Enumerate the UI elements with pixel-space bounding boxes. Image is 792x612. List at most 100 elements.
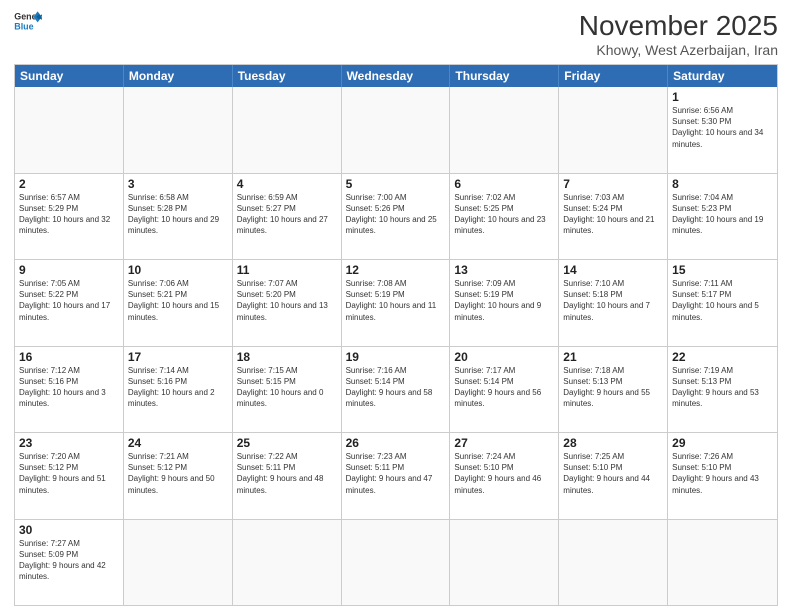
day-number: 24 — [128, 436, 228, 450]
day-info: Sunrise: 7:23 AM Sunset: 5:11 PM Dayligh… — [346, 451, 446, 496]
day-info: Sunrise: 7:06 AM Sunset: 5:21 PM Dayligh… — [128, 278, 228, 323]
title-block: November 2025 Khowy, West Azerbaijan, Ir… — [579, 10, 778, 58]
day-number: 29 — [672, 436, 773, 450]
calendar-cell: 3Sunrise: 6:58 AM Sunset: 5:28 PM Daylig… — [124, 174, 233, 260]
calendar-cell: 10Sunrise: 7:06 AM Sunset: 5:21 PM Dayli… — [124, 260, 233, 346]
day-number: 17 — [128, 350, 228, 364]
day-info: Sunrise: 7:20 AM Sunset: 5:12 PM Dayligh… — [19, 451, 119, 496]
generalblue-logo-icon: General Blue — [14, 10, 42, 32]
day-number: 25 — [237, 436, 337, 450]
day-info: Sunrise: 6:57 AM Sunset: 5:29 PM Dayligh… — [19, 192, 119, 237]
calendar-row-1: 2Sunrise: 6:57 AM Sunset: 5:29 PM Daylig… — [15, 173, 777, 260]
day-number: 9 — [19, 263, 119, 277]
day-number: 12 — [346, 263, 446, 277]
day-info: Sunrise: 7:25 AM Sunset: 5:10 PM Dayligh… — [563, 451, 663, 496]
weekday-header-monday: Monday — [124, 65, 233, 87]
day-info: Sunrise: 7:00 AM Sunset: 5:26 PM Dayligh… — [346, 192, 446, 237]
calendar-cell: 30Sunrise: 7:27 AM Sunset: 5:09 PM Dayli… — [15, 520, 124, 606]
day-number: 3 — [128, 177, 228, 191]
weekday-header-sunday: Sunday — [15, 65, 124, 87]
calendar-cell: 27Sunrise: 7:24 AM Sunset: 5:10 PM Dayli… — [450, 433, 559, 519]
day-info: Sunrise: 7:14 AM Sunset: 5:16 PM Dayligh… — [128, 365, 228, 410]
calendar-cell — [342, 87, 451, 173]
day-info: Sunrise: 7:19 AM Sunset: 5:13 PM Dayligh… — [672, 365, 773, 410]
day-number: 20 — [454, 350, 554, 364]
calendar-cell — [233, 87, 342, 173]
calendar-cell: 17Sunrise: 7:14 AM Sunset: 5:16 PM Dayli… — [124, 347, 233, 433]
day-number: 5 — [346, 177, 446, 191]
weekday-header-thursday: Thursday — [450, 65, 559, 87]
calendar-row-3: 16Sunrise: 7:12 AM Sunset: 5:16 PM Dayli… — [15, 346, 777, 433]
calendar-cell: 20Sunrise: 7:17 AM Sunset: 5:14 PM Dayli… — [450, 347, 559, 433]
day-info: Sunrise: 7:10 AM Sunset: 5:18 PM Dayligh… — [563, 278, 663, 323]
calendar-row-2: 9Sunrise: 7:05 AM Sunset: 5:22 PM Daylig… — [15, 259, 777, 346]
day-info: Sunrise: 7:16 AM Sunset: 5:14 PM Dayligh… — [346, 365, 446, 410]
day-number: 6 — [454, 177, 554, 191]
day-info: Sunrise: 7:22 AM Sunset: 5:11 PM Dayligh… — [237, 451, 337, 496]
weekday-header-tuesday: Tuesday — [233, 65, 342, 87]
calendar-cell: 12Sunrise: 7:08 AM Sunset: 5:19 PM Dayli… — [342, 260, 451, 346]
calendar-cell: 1Sunrise: 6:56 AM Sunset: 5:30 PM Daylig… — [668, 87, 777, 173]
calendar-cell — [233, 520, 342, 606]
day-info: Sunrise: 7:02 AM Sunset: 5:25 PM Dayligh… — [454, 192, 554, 237]
calendar-cell: 23Sunrise: 7:20 AM Sunset: 5:12 PM Dayli… — [15, 433, 124, 519]
day-number: 26 — [346, 436, 446, 450]
day-number: 27 — [454, 436, 554, 450]
calendar-cell — [450, 87, 559, 173]
calendar-cell: 15Sunrise: 7:11 AM Sunset: 5:17 PM Dayli… — [668, 260, 777, 346]
calendar-cell: 16Sunrise: 7:12 AM Sunset: 5:16 PM Dayli… — [15, 347, 124, 433]
calendar-cell: 14Sunrise: 7:10 AM Sunset: 5:18 PM Dayli… — [559, 260, 668, 346]
calendar-cell: 5Sunrise: 7:00 AM Sunset: 5:26 PM Daylig… — [342, 174, 451, 260]
day-number: 11 — [237, 263, 337, 277]
day-number: 8 — [672, 177, 773, 191]
day-number: 13 — [454, 263, 554, 277]
day-number: 21 — [563, 350, 663, 364]
day-number: 7 — [563, 177, 663, 191]
day-number: 18 — [237, 350, 337, 364]
calendar-cell: 22Sunrise: 7:19 AM Sunset: 5:13 PM Dayli… — [668, 347, 777, 433]
day-info: Sunrise: 7:24 AM Sunset: 5:10 PM Dayligh… — [454, 451, 554, 496]
weekday-header-friday: Friday — [559, 65, 668, 87]
day-number: 14 — [563, 263, 663, 277]
calendar-cell: 13Sunrise: 7:09 AM Sunset: 5:19 PM Dayli… — [450, 260, 559, 346]
calendar-cell — [342, 520, 451, 606]
calendar-body: 1Sunrise: 6:56 AM Sunset: 5:30 PM Daylig… — [15, 87, 777, 605]
page: General Blue November 2025 Khowy, West A… — [0, 0, 792, 612]
day-info: Sunrise: 7:11 AM Sunset: 5:17 PM Dayligh… — [672, 278, 773, 323]
day-number: 4 — [237, 177, 337, 191]
calendar-cell: 9Sunrise: 7:05 AM Sunset: 5:22 PM Daylig… — [15, 260, 124, 346]
day-info: Sunrise: 7:18 AM Sunset: 5:13 PM Dayligh… — [563, 365, 663, 410]
calendar-cell — [559, 520, 668, 606]
day-info: Sunrise: 7:26 AM Sunset: 5:10 PM Dayligh… — [672, 451, 773, 496]
calendar-row-0: 1Sunrise: 6:56 AM Sunset: 5:30 PM Daylig… — [15, 87, 777, 173]
calendar-cell — [668, 520, 777, 606]
calendar-cell — [124, 520, 233, 606]
calendar-cell: 7Sunrise: 7:03 AM Sunset: 5:24 PM Daylig… — [559, 174, 668, 260]
calendar-cell: 21Sunrise: 7:18 AM Sunset: 5:13 PM Dayli… — [559, 347, 668, 433]
day-info: Sunrise: 6:58 AM Sunset: 5:28 PM Dayligh… — [128, 192, 228, 237]
calendar-cell: 8Sunrise: 7:04 AM Sunset: 5:23 PM Daylig… — [668, 174, 777, 260]
calendar-cell — [450, 520, 559, 606]
day-number: 15 — [672, 263, 773, 277]
calendar-cell: 18Sunrise: 7:15 AM Sunset: 5:15 PM Dayli… — [233, 347, 342, 433]
header: General Blue November 2025 Khowy, West A… — [14, 10, 778, 58]
calendar-cell — [15, 87, 124, 173]
day-number: 23 — [19, 436, 119, 450]
day-info: Sunrise: 7:08 AM Sunset: 5:19 PM Dayligh… — [346, 278, 446, 323]
weekday-header-saturday: Saturday — [668, 65, 777, 87]
location: Khowy, West Azerbaijan, Iran — [579, 42, 778, 58]
day-info: Sunrise: 7:17 AM Sunset: 5:14 PM Dayligh… — [454, 365, 554, 410]
calendar-cell: 29Sunrise: 7:26 AM Sunset: 5:10 PM Dayli… — [668, 433, 777, 519]
calendar-cell — [124, 87, 233, 173]
calendar-cell: 11Sunrise: 7:07 AM Sunset: 5:20 PM Dayli… — [233, 260, 342, 346]
weekday-header-wednesday: Wednesday — [342, 65, 451, 87]
day-number: 2 — [19, 177, 119, 191]
day-info: Sunrise: 7:21 AM Sunset: 5:12 PM Dayligh… — [128, 451, 228, 496]
day-number: 30 — [19, 523, 119, 537]
calendar-cell — [559, 87, 668, 173]
calendar: SundayMondayTuesdayWednesdayThursdayFrid… — [14, 64, 778, 606]
calendar-cell: 19Sunrise: 7:16 AM Sunset: 5:14 PM Dayli… — [342, 347, 451, 433]
day-info: Sunrise: 7:07 AM Sunset: 5:20 PM Dayligh… — [237, 278, 337, 323]
day-number: 10 — [128, 263, 228, 277]
calendar-cell: 24Sunrise: 7:21 AM Sunset: 5:12 PM Dayli… — [124, 433, 233, 519]
